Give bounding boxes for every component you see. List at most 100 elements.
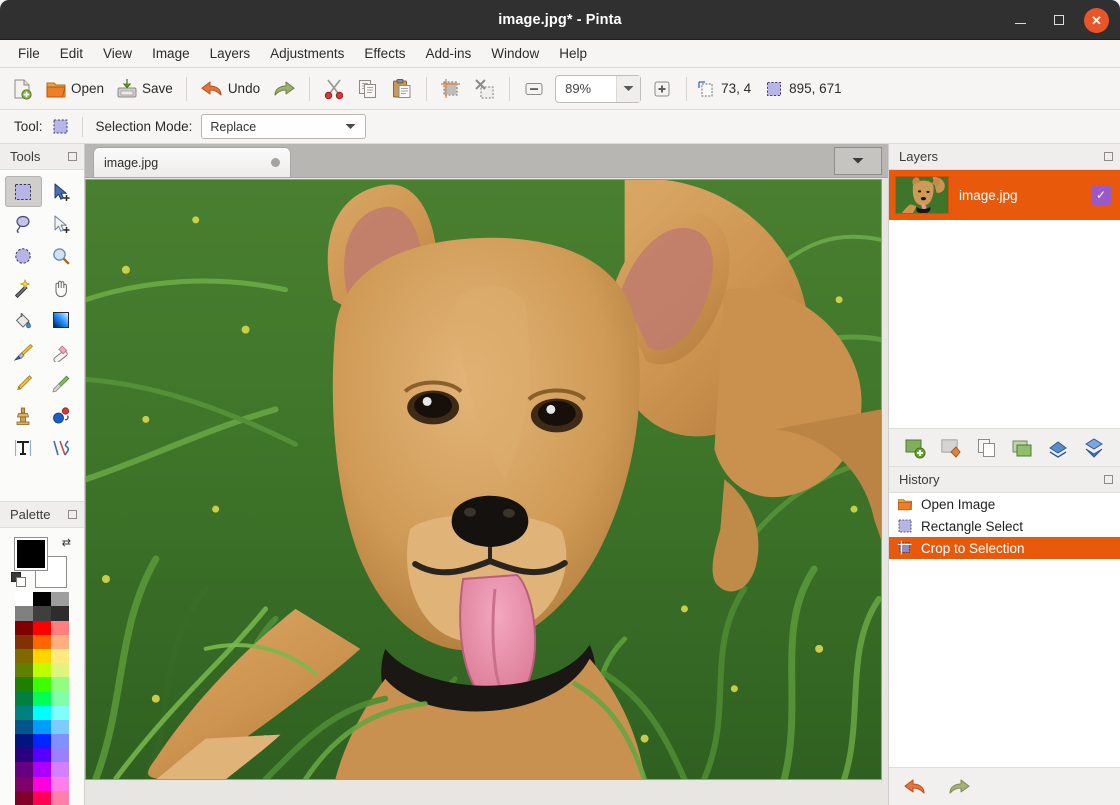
palette-swatch-20[interactable] [51,677,69,692]
reset-colors-icon[interactable] [11,572,27,588]
palette-swatch-2[interactable] [51,592,69,607]
delete-layer-icon[interactable] [940,437,962,459]
new-image-button[interactable] [6,73,38,105]
palette-swatch-26[interactable] [51,705,69,720]
palette-swatch-9[interactable] [15,634,33,649]
menu-image[interactable]: Image [142,43,200,64]
zoom-out-button[interactable] [518,73,550,105]
palette-swatch-28[interactable] [33,719,51,735]
palette-swatch-30[interactable] [15,734,33,749]
add-layer-icon[interactable] [904,437,926,459]
palette-swatch-43[interactable] [33,790,51,805]
tool-move-selection[interactable] [43,208,80,239]
palette-swatch-38[interactable] [51,762,69,777]
menu-file[interactable]: File [8,43,50,64]
tool-ellipse-select[interactable] [5,240,42,271]
palette-swatch-33[interactable] [15,748,33,763]
tool-move-selected[interactable] [43,176,80,207]
palette-swatch-22[interactable] [33,691,51,706]
copy-button[interactable] [352,73,384,105]
palette-swatch-36[interactable] [15,762,33,777]
tool-recolor[interactable] [43,400,80,431]
tool-clone-stamp[interactable] [5,400,42,431]
canvas-area[interactable] [85,178,888,805]
palette-swatch-16[interactable] [33,663,51,678]
palette-swatch-15[interactable] [15,663,33,678]
palette-swatch-44[interactable] [51,790,69,805]
palette-swatch-1[interactable] [33,592,51,607]
palette-swatch-34[interactable] [33,748,51,763]
tools-dock-collapse-icon[interactable] [68,152,77,161]
tool-pan[interactable] [43,272,80,303]
palette-swatch-23[interactable] [51,691,69,706]
menu-view[interactable]: View [93,43,142,64]
palette-swatch-25[interactable] [33,705,51,720]
zoom-in-button[interactable] [646,73,678,105]
palette-swatch-11[interactable] [51,634,69,649]
redo-button[interactable] [267,73,301,105]
menu-effects[interactable]: Effects [354,43,415,64]
palette-swatch-29[interactable] [51,719,69,735]
palette-swatch-17[interactable] [51,663,69,678]
palette-swatch-32[interactable] [51,734,69,749]
selection-mode-combobox[interactable]: Replace [201,114,367,139]
tab-list-dropdown-button[interactable] [834,147,882,175]
palette-swatch-19[interactable] [33,677,51,692]
palette-swatch-37[interactable] [33,762,51,777]
cut-button[interactable] [318,73,350,105]
history-item-open-image[interactable]: Open Image [889,493,1120,515]
palette-swatch-13[interactable] [33,648,51,664]
palette-swatch-7[interactable] [33,620,51,635]
move-layer-down-icon[interactable] [1083,437,1105,459]
palette-swatch-3[interactable] [15,606,33,621]
tool-paint-bucket[interactable] [5,304,42,335]
duplicate-layer-icon[interactable] [976,437,998,459]
tool-text[interactable] [5,432,42,463]
maximize-button[interactable] [1046,8,1071,33]
open-button[interactable]: Open [40,73,109,105]
palette-swatch-39[interactable] [15,776,33,791]
palette-swatch-35[interactable] [51,748,69,763]
tool-rectangle-select[interactable] [5,176,42,207]
menu-adjustments[interactable]: Adjustments [260,43,354,64]
tool-gradient[interactable] [43,304,80,335]
tool-magic-wand[interactable] [5,272,42,303]
palette-swatch-6[interactable] [15,620,33,635]
palette-swatch-10[interactable] [33,634,51,649]
undo-arrow-icon[interactable] [903,776,927,798]
history-panel-collapse-icon[interactable] [1104,475,1113,484]
menu-edit[interactable]: Edit [50,43,93,64]
swap-colors-icon[interactable]: ⇄ [62,536,71,549]
palette-swatch-14[interactable] [51,648,69,664]
palette-swatch-40[interactable] [33,776,51,791]
paste-button[interactable] [386,73,418,105]
tool-pencil[interactable] [5,368,42,399]
layers-panel-collapse-icon[interactable] [1104,152,1113,161]
menu-help[interactable]: Help [549,43,597,64]
palette-swatch-0[interactable] [15,592,33,607]
palette-swatch-41[interactable] [51,776,69,791]
undo-button[interactable]: Undo [195,73,265,105]
close-tab-icon[interactable] [271,158,280,167]
tool-lasso-select[interactable] [5,208,42,239]
menu-layers[interactable]: Layers [200,43,261,64]
palette-swatch-42[interactable] [15,790,33,805]
history-item-rectangle-select[interactable]: Rectangle Select [889,515,1120,537]
tool-zoom[interactable] [43,240,80,271]
redo-arrow-icon[interactable] [947,776,971,798]
palette-swatch-8[interactable] [51,620,69,635]
tool-color-picker[interactable] [43,368,80,399]
palette-dock-collapse-icon[interactable] [68,510,77,520]
layer-visibility-checkbox[interactable]: ✓ [1091,185,1111,205]
document-tab[interactable]: image.jpg [93,147,291,177]
crop-to-selection-button[interactable] [435,73,467,105]
palette-swatch-27[interactable] [15,719,33,735]
history-item-crop-to-selection[interactable]: Crop to Selection [889,537,1120,559]
merge-layer-down-icon[interactable] [1011,437,1033,459]
minimize-button[interactable] [1008,8,1033,33]
palette-swatch-24[interactable] [15,705,33,720]
save-button[interactable]: Save [111,73,178,105]
move-layer-up-icon[interactable] [1047,437,1069,459]
close-button[interactable]: ✕ [1084,7,1109,33]
zoom-level-combobox[interactable]: 89% [555,74,642,103]
